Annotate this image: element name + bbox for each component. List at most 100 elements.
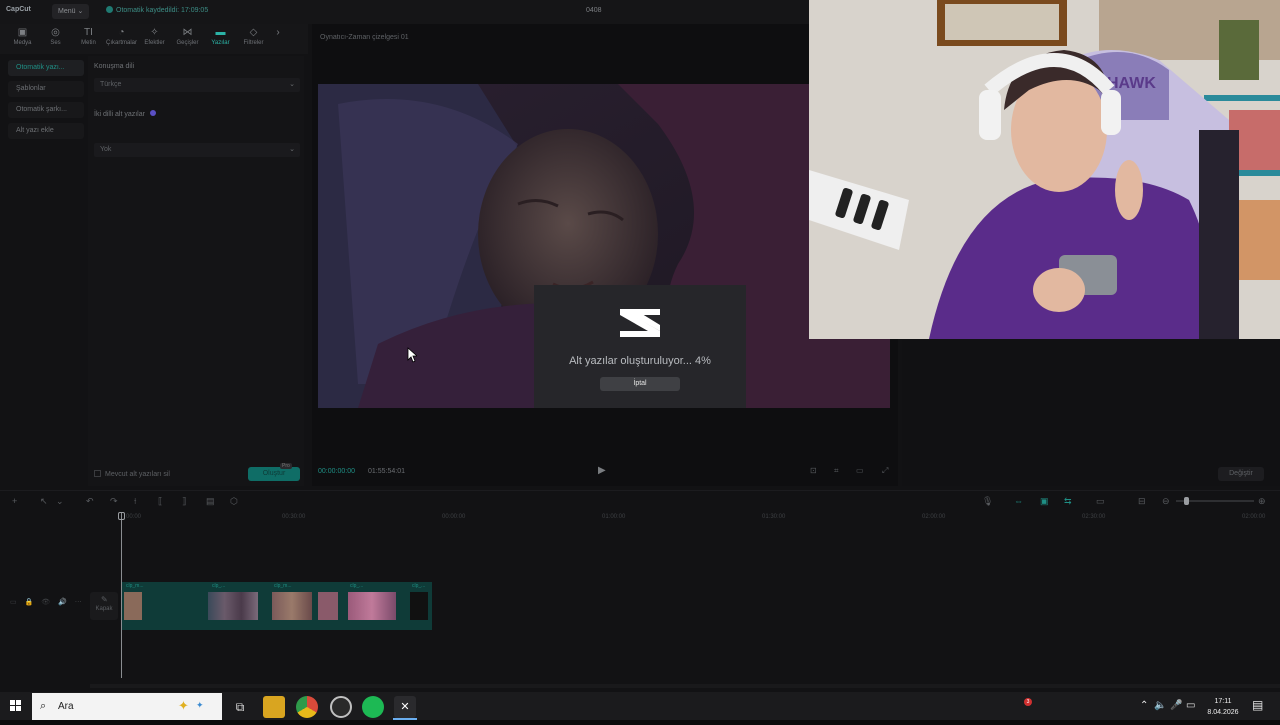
sticker-icon: ◔: [118, 27, 125, 38]
clip-thumbnail[interactable]: [124, 592, 142, 620]
tab-label: Filtreler: [243, 40, 264, 46]
split-icon[interactable]: ⟊: [134, 496, 136, 507]
clip-thumbnail[interactable]: [348, 592, 396, 620]
subnav-templates[interactable]: Şablonlar: [8, 81, 84, 97]
track-toggle-icon[interactable]: ▭: [10, 599, 17, 606]
link-clips-icon[interactable]: ⇔: [1014, 496, 1023, 506]
clip-label: clp_m...: [274, 583, 292, 589]
redo-icon[interactable]: ↷: [110, 496, 118, 507]
clip-thumbnail[interactable]: [410, 592, 428, 620]
cancel-button[interactable]: İptal: [600, 377, 680, 391]
tray-expand-icon[interactable]: ⌃: [1140, 700, 1148, 711]
create-button[interactable]: Oluştur: [248, 467, 300, 481]
tab-media[interactable]: ▣ Medya: [6, 26, 39, 54]
add-icon[interactable]: +: [12, 496, 17, 506]
tab-label: Geçişler: [176, 40, 199, 46]
tab-stickers[interactable]: ◔ Çıkartmalar: [105, 26, 138, 54]
tab-audio[interactable]: ◎ Ses: [39, 26, 72, 54]
speech-language-value: Türkçe: [100, 81, 122, 88]
playhead[interactable]: [121, 512, 122, 678]
zoom-in-icon[interactable]: ⊕: [1258, 496, 1266, 507]
volume-icon[interactable]: 🔊: [58, 599, 67, 606]
autosave-text: Otomatik kaydedildi: 17:09:05: [116, 7, 209, 14]
ruler-tick: 00:00: [126, 514, 142, 520]
chrome-icon[interactable]: [296, 696, 318, 718]
ratio-icon[interactable]: ⊡: [810, 466, 817, 475]
play-button[interactable]: ▶: [598, 465, 606, 476]
cloud-icon: [106, 6, 113, 13]
start-button[interactable]: [0, 692, 32, 720]
speech-language-label: Konuşma dili: [94, 63, 135, 70]
tab-captions[interactable]: ▬ Yazılar: [204, 26, 237, 54]
preview-axis-icon[interactable]: ▭: [1096, 496, 1105, 507]
trim-left-icon[interactable]: ⟦: [158, 496, 162, 507]
timecode-current: 00:00:00:00: [318, 468, 355, 475]
magnet-icon[interactable]: ▣: [1040, 496, 1049, 507]
lock-icon[interactable]: 🔒: [25, 599, 34, 606]
microphone-icon[interactable]: 🎤: [1170, 700, 1182, 711]
microphone-icon[interactable]: 🎙: [982, 496, 993, 507]
cover-button[interactable]: ✎ Kapak: [90, 592, 118, 620]
timeline-ruler[interactable]: 00:00 00:30:00 00:00:00 01:00:00 01:30:0…: [120, 514, 1280, 524]
zoom-out-icon[interactable]: ⊖: [1162, 496, 1170, 507]
menu-button[interactable]: Menü ⌄: [52, 4, 90, 19]
windows-icon: [10, 700, 21, 711]
fullscreen-icon[interactable]: ⤢: [882, 466, 888, 476]
caption-track-icon[interactable]: ⊟: [1138, 496, 1146, 507]
auto-snap-icon[interactable]: ⇆: [1064, 496, 1072, 507]
subnav-auto-lyrics[interactable]: Otomatik şarkı...: [8, 102, 84, 118]
speech-language-select[interactable]: Türkçe ⌄: [94, 78, 300, 92]
search-input[interactable]: Ara: [58, 701, 74, 712]
media-toolbar: ▣ Medya ◎ Ses TI Metin ◔ Çıkartmalar ✧ Efektl…: [0, 24, 308, 54]
clip-thumbnail[interactable]: [318, 592, 338, 620]
speaker-icon[interactable]: 🔈: [1154, 700, 1166, 711]
clip-thumbnail[interactable]: [272, 592, 312, 620]
spotify-icon[interactable]: [362, 696, 384, 718]
pro-badge: Pro: [280, 463, 292, 469]
obs-icon[interactable]: [330, 696, 352, 718]
change-button[interactable]: Değiştir: [1218, 467, 1264, 481]
capcut-taskbar-icon[interactable]: ✕: [394, 696, 416, 718]
taskbar-clock[interactable]: 17:11 8.04.2026: [1200, 696, 1246, 718]
capcut-logo-icon: [620, 309, 660, 337]
timecode-total: 01:55:54:01: [368, 468, 405, 475]
svg-text:HAWK: HAWK: [1107, 75, 1156, 92]
clip-thumbnail[interactable]: [208, 592, 258, 620]
notification-badge: 3: [1024, 698, 1032, 706]
notifications-icon[interactable]: ▤: [1252, 698, 1263, 712]
tab-text[interactable]: TI Metin: [72, 26, 105, 54]
tab-transitions[interactable]: ⋈ Geçişler: [171, 26, 204, 54]
transitions-icon: ⋈: [182, 27, 193, 38]
aspect-ratio-icon[interactable]: ▭: [856, 466, 864, 475]
more-icon[interactable]: ⋯: [75, 599, 82, 606]
network-icon[interactable]: ▭: [1186, 700, 1195, 711]
playhead-handle[interactable]: [118, 512, 125, 520]
shield-icon[interactable]: ⬡: [230, 496, 238, 507]
clip-label: clp_...: [412, 583, 426, 589]
task-view-icon[interactable]: ⧉: [229, 696, 251, 718]
subnav-auto-captions[interactable]: Otomatik yazı...: [8, 60, 84, 76]
tab-effects[interactable]: ✧ Efektler: [138, 26, 171, 54]
project-title: 0408: [586, 7, 602, 14]
bilingual-select[interactable]: Yok ⌄: [94, 143, 300, 157]
video-track[interactable]: clp_m... clp_... clp_m... clp_... clp_..…: [122, 582, 432, 630]
timeline-scrollbar[interactable]: [90, 684, 1280, 688]
subnav-add-caption[interactable]: Alt yazı ekle: [8, 123, 84, 139]
file-explorer-icon[interactable]: [263, 696, 285, 718]
undo-icon[interactable]: ↶: [86, 496, 94, 507]
remove-existing-checkbox[interactable]: Mevcut alt yazıları sil: [94, 470, 170, 478]
remove-existing-label: Mevcut alt yazıları sil: [105, 471, 170, 478]
tab-filters[interactable]: ◇ Filtreler: [237, 26, 270, 54]
clip-label: clp_...: [350, 583, 364, 589]
zoom-slider-handle[interactable]: [1184, 497, 1189, 505]
trim-right-icon[interactable]: ⟧: [182, 496, 186, 507]
captions-subnav: Otomatik yazı... Şablonlar Otomatik şark…: [8, 60, 84, 480]
chevron-down-icon[interactable]: ⌄: [56, 496, 64, 507]
tab-label: Efektler: [144, 40, 165, 46]
select-tool-icon[interactable]: ↖: [40, 496, 48, 507]
toolbar-more-button[interactable]: ›: [270, 26, 286, 54]
delete-icon[interactable]: ▤: [206, 496, 215, 507]
screenshot-icon[interactable]: ⌗: [834, 466, 839, 476]
chevron-down-icon: ⌄: [289, 146, 295, 153]
eye-icon[interactable]: 👁: [41, 599, 50, 606]
